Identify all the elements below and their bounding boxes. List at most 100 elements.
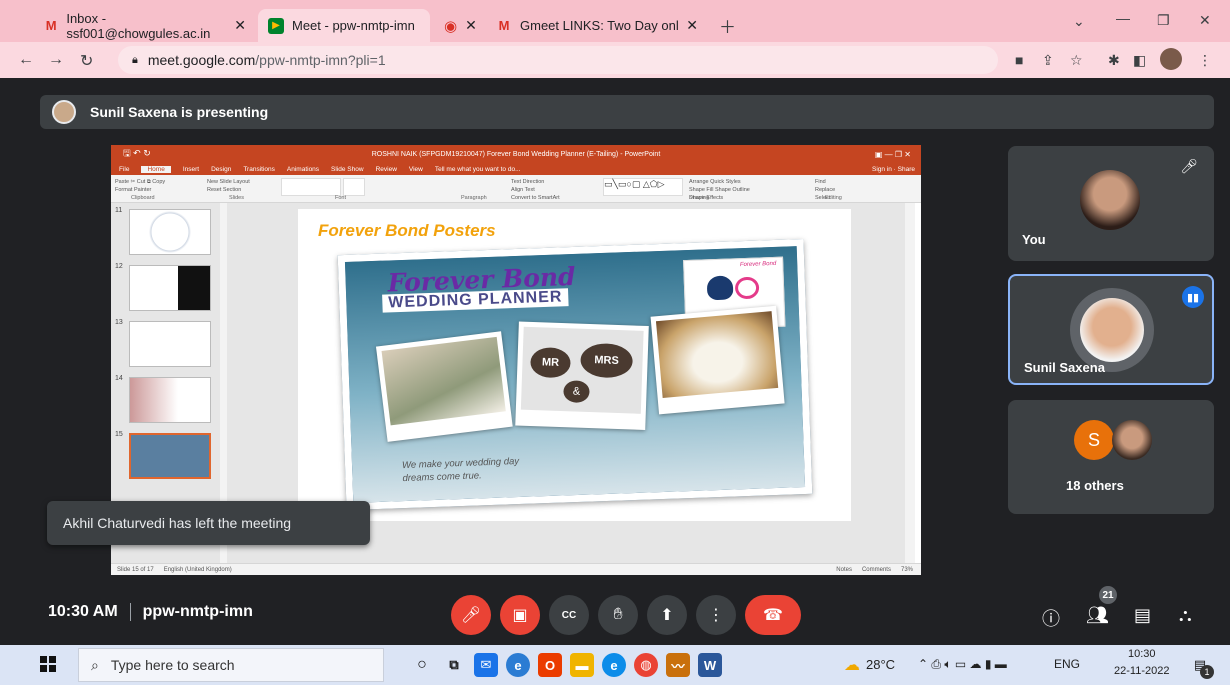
bookmark-star-icon[interactable]: ☆ [1070,52,1083,69]
word-icon[interactable]: W [698,653,722,677]
shape-fill-label: Shape Fill [689,187,714,193]
ppt-window-controls: ▣ — ❐ ✕ [874,149,911,159]
language-indicator[interactable]: ENG [1054,657,1080,671]
leave-call-button[interactable]: ☎ [745,595,801,635]
camera-icon[interactable]: ■ [1015,52,1023,68]
font-size-box [343,178,365,196]
url-host: meet.google.com [147,52,256,68]
poster-logo-text: Forever Bond [739,260,777,269]
find-label: Find [815,179,826,185]
ppt-tab-design: Design [211,165,232,173]
participant-count-badge: 21 [1099,586,1117,604]
presenting-banner: Sunil Saxena is presenting [40,95,1214,129]
side-panel-icon[interactable]: ◧ [1133,52,1146,69]
chat-icon[interactable]: ▤ [1134,605,1151,626]
mail-app-icon[interactable]: ✉ [474,653,498,677]
shapes-gallery: ▭╲▭○▢ △⬠▷ [603,178,683,196]
tile-speaker[interactable]: ▮▮ Sunil Saxena [1008,274,1214,385]
present-screen-icon: ⬆ [660,607,674,624]
more-options-button[interactable]: ⋮ [696,595,736,635]
search-placeholder: Type here to search [110,657,235,673]
close-icon[interactable]: ✕ [234,17,246,34]
tab-meet[interactable]: ▶ Meet - ppw-nmtp-imn [258,9,430,42]
camera-off-icon: ▣ [512,607,528,624]
left-meeting-toast: Akhil Chaturvedi has left the meeting [47,501,370,545]
meeting-code: ppw-nmtp-imn [142,603,253,620]
layout-label: Layout [233,179,250,185]
forward-icon[interactable]: → [48,51,64,69]
windows-start-icon[interactable] [40,656,56,672]
edge-legacy-icon[interactable]: e [506,653,530,677]
presenter-avatar [52,100,76,124]
editor-scrollbar [905,203,915,563]
slide-number: 15 [115,431,123,438]
restore-icon[interactable]: ❐ [1157,12,1170,29]
current-slide: Forever Bond Posters Forever Bond WEDDIN… [298,209,851,521]
chrome-icon[interactable]: ◍ [634,653,658,677]
slides-group: New Slide Layout Reset Section [207,178,273,196]
taskbar-search[interactable]: ⌕ Type here to search [78,648,384,682]
browser-tab-strip: M Inbox - ssf001@chowgules.ac.in ✕ ▶ Mee… [0,0,1230,42]
tab-recording[interactable]: ◉ ✕ [434,9,484,42]
tile-others[interactable]: S 18 others [1008,400,1214,514]
meeting-details-info-icon[interactable]: ⓘ [1042,605,1060,631]
back-icon[interactable]: ← [18,51,34,69]
address-bar[interactable]: 🔒︎ meet.google.com/ppw-nmtp-imn?pli=1 [118,46,998,74]
clock-time[interactable]: 10:30 [1128,648,1156,660]
ppt-ribbon-tabs: File Home Insert Design Transitions Anim… [111,163,921,175]
window-close-icon[interactable]: ✕ [1199,12,1211,29]
arrange-label: Arrange [689,179,709,185]
close-icon[interactable]: ✕ [465,17,477,34]
task-view-icon[interactable]: ⧉ [442,653,466,677]
reload-icon[interactable]: ↻ [80,51,93,71]
cut-label: Cut [136,179,146,185]
captions-button[interactable]: CC [549,595,589,635]
speaker-avatar [1080,298,1144,362]
gmail-icon: M [498,18,510,33]
tile-you[interactable]: 🎤︎ You [1008,146,1214,261]
ppt-tell-me: Tell me what you want to do... [434,165,521,173]
close-icon[interactable]: ✕ [686,17,698,34]
extensions-icon[interactable]: ✱ [1108,52,1120,69]
meet-icon: ▶ [268,17,284,34]
minimize-icon[interactable]: — [1116,10,1130,26]
new-tab-button[interactable]: ＋ [719,13,736,38]
wedding-poster: Forever Bond WEDDING PLANNER Forever Bon… [337,238,813,511]
edge-icon[interactable]: e [602,653,626,677]
ppt-tab-slideshow: Slide Show [331,165,364,173]
present-button[interactable]: ⬆ [647,595,687,635]
file-explorer-icon[interactable]: ▬ [570,653,594,677]
camera-toggle-button[interactable]: ▣ [500,595,540,635]
meeting-time: 10:30 AM [48,603,118,620]
gmail-icon: M [45,18,57,33]
tab-inbox[interactable]: M Inbox - ssf001@chowgules.ac.in ✕ [34,9,256,42]
reset-label: Reset [207,187,222,193]
photo-cake [650,305,785,415]
share-icon[interactable]: ⇪ [1042,52,1054,69]
mic-off-icon: 🎤︎ [460,607,482,624]
tab-gmeet-links[interactable]: M Gmeet LINKS: Two Day online FD ✕ [486,9,708,42]
slide-thumbnail [129,377,211,423]
others-count-label: 18 others [1066,478,1124,493]
profile-avatar[interactable] [1160,48,1182,70]
slide-number: 11 [115,207,123,214]
audio-app-icon[interactable]: 〰 [666,653,690,677]
tab-label: Meet - ppw-nmtp-imn [292,18,415,33]
mic-toggle-button[interactable]: 🎤︎ [451,595,491,635]
heart-icon [706,275,734,301]
smartart-label: Convert to SmartArt [511,195,560,201]
menu-icon[interactable]: ⋮ [1198,52,1212,69]
raise-hand-button[interactable]: ✋︎ [598,595,638,635]
tab-search-icon[interactable]: ⌄ [1073,13,1085,30]
cortana-icon[interactable]: ○ [410,653,434,677]
activities-icon[interactable]: ⛬ [1179,605,1192,626]
save-icon: 🖫︎ ↶ ↻ [123,148,151,158]
replace-label: Replace [815,187,836,193]
people-icon[interactable]: 👥︎ [1086,605,1109,626]
notification-badge: 1 [1200,665,1214,679]
tray-icons[interactable]: ⌃ ⎙ 🔈︎ ▭ ☁ ▮ ▬ [918,657,1007,672]
office-icon[interactable]: O [538,653,562,677]
font-name-box [281,178,341,196]
presenting-text: Sunil Saxena is presenting [90,104,269,120]
clock-date[interactable]: 22-11-2022 [1114,665,1169,677]
